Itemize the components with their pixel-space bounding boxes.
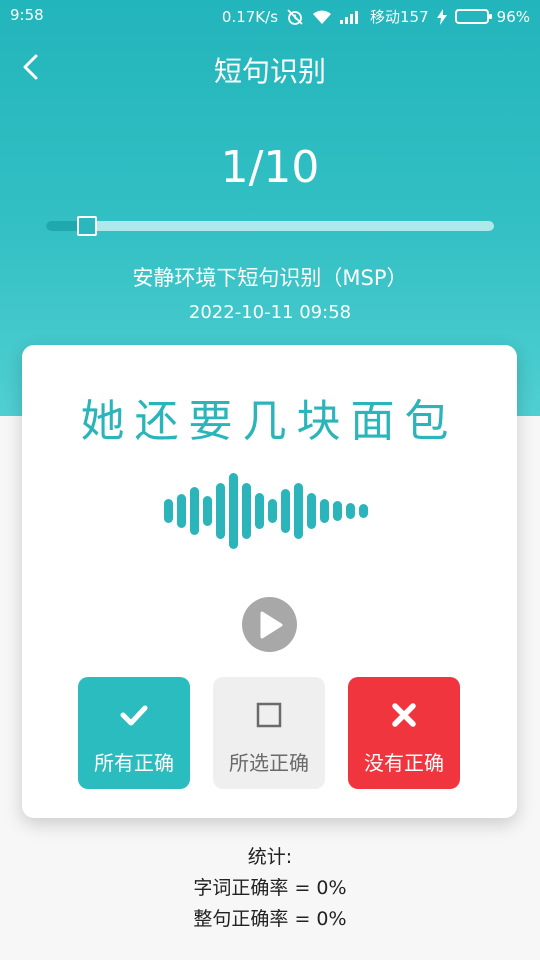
target-sentence: 她还要几块面包	[80, 396, 459, 447]
signal-icon	[340, 10, 362, 24]
progress-counter: 1/10	[220, 142, 320, 193]
checkbox-icon	[256, 699, 282, 731]
alarm-off-icon	[286, 8, 304, 26]
play-button[interactable]	[242, 597, 297, 652]
progress-slider[interactable]	[46, 216, 494, 236]
slider-thumb[interactable]	[77, 216, 98, 236]
sentence-card: 她还要几块面包 所有正确 所选正确 没有正确	[22, 345, 517, 818]
wifi-icon	[312, 9, 332, 25]
word-accuracy: 字词正确率 = 0%	[193, 877, 347, 899]
selected-correct-button[interactable]: 所选正确	[213, 677, 325, 789]
status-time: 9:58	[10, 6, 44, 24]
none-correct-button[interactable]: 没有正确	[348, 677, 460, 789]
battery-level: 96%	[496, 7, 530, 26]
network-speed: 0.17K/s	[221, 7, 279, 26]
statistics: 统计: 字词正确率 = 0% 整句正确率 = 0%	[0, 842, 540, 935]
slider-track	[46, 221, 494, 231]
status-bar: 9:58 0.17K/s 移动157 96%	[0, 0, 540, 32]
all-correct-label: 所有正确	[94, 751, 174, 775]
scenario-label: 安静环境下短句识别（MSP）	[132, 266, 408, 290]
screen: 9:58 0.17K/s 移动157 96% 短句识别 1/10 安静环境下短句…	[0, 0, 540, 960]
status-right: 0.17K/s 移动157 96%	[222, 6, 530, 27]
all-correct-button[interactable]: 所有正确	[78, 677, 190, 789]
none-correct-label: 没有正确	[364, 751, 444, 775]
battery-icon	[454, 9, 492, 24]
check-icon	[120, 699, 148, 731]
sentence-accuracy: 整句正确率 = 0%	[193, 908, 347, 930]
test-timestamp: 2022-10-11 09:58	[188, 302, 352, 323]
selected-correct-label: 所选正确	[229, 751, 309, 775]
stats-title: 统计:	[247, 846, 293, 868]
charging-icon	[436, 8, 447, 25]
close-icon	[391, 699, 417, 731]
page-title: 短句识别	[213, 55, 326, 88]
play-icon	[260, 611, 282, 638]
carrier-label: 移动157	[370, 8, 429, 26]
sound-wave-icon	[164, 473, 368, 549]
